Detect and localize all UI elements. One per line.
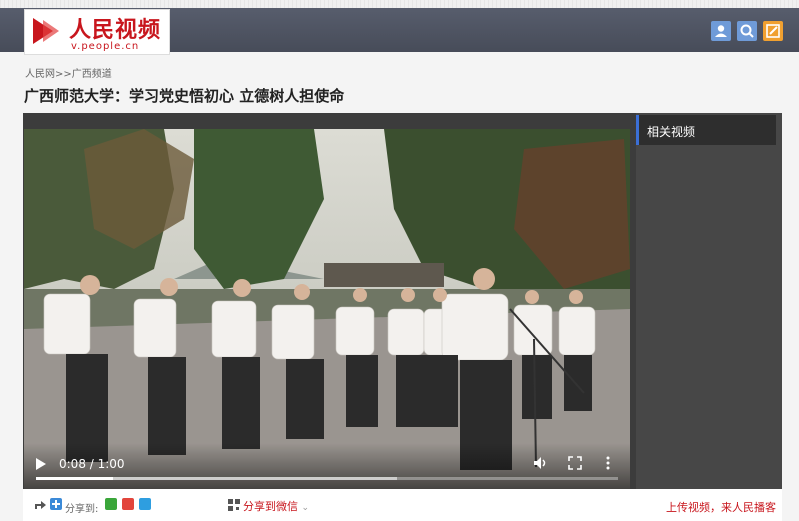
video-time: 0:08 / 1:00 (59, 457, 125, 471)
share-arrow-icon[interactable] (33, 497, 47, 511)
fullscreen-icon[interactable] (567, 455, 583, 471)
page-title: 广西师范大学：学习党史悟初心 立德树人担使命 (24, 87, 345, 105)
chevron-down-icon: ⌄ (301, 503, 310, 513)
related-videos-heading: 相关视频 (636, 115, 776, 145)
site-logo[interactable]: 人民视频 v.people.cn (24, 9, 170, 55)
upload-video-link[interactable]: 上传视频，来人民播客 (666, 499, 776, 515)
video-controls: 0:08 / 1:00 (24, 443, 630, 489)
video-player[interactable]: 0:08 / 1:00 (24, 129, 630, 489)
share-to-wechat-label: 分享到微信 (243, 500, 298, 513)
related-videos-title: 相关视频 (647, 125, 696, 139)
related-videos-panel: 相关视频 (636, 113, 782, 489)
breadcrumb: 人民网>>广西频道 (25, 65, 112, 80)
add-share-icon[interactable] (50, 498, 62, 510)
video-progress-bar[interactable] (36, 477, 618, 480)
share-bar: 分享到: 分享到微信 ⌄ 上传视频，来人民播客 (23, 489, 782, 521)
logo-mark-icon (33, 18, 59, 44)
search-icon (737, 21, 757, 41)
header-stripe (0, 0, 799, 8)
logo-text: 人民视频 (69, 17, 162, 43)
video-frame (24, 129, 630, 489)
logo-url: v.people.cn (71, 41, 140, 52)
edit-button[interactable] (763, 21, 783, 41)
play-icon[interactable] (35, 457, 47, 471)
edit-icon (763, 21, 783, 41)
breadcrumb-separator: >> (55, 69, 72, 80)
user-button[interactable] (711, 21, 731, 41)
share-label: 分享到: (65, 504, 99, 515)
share-to-wechat-link[interactable]: 分享到微信 ⌄ (243, 498, 309, 514)
breadcrumb-home[interactable]: 人民网 (25, 69, 55, 80)
qzone-share-icon[interactable] (139, 498, 151, 510)
user-icon (711, 21, 731, 41)
more-options-icon[interactable] (604, 455, 612, 471)
volume-icon[interactable] (532, 455, 548, 471)
wechat-share-icon[interactable] (105, 498, 117, 510)
video-progress-fill (36, 477, 114, 480)
search-button[interactable] (737, 21, 757, 41)
qr-code-icon[interactable] (228, 499, 240, 511)
breadcrumb-channel[interactable]: 广西频道 (72, 69, 112, 80)
weibo-share-icon[interactable] (122, 498, 134, 510)
